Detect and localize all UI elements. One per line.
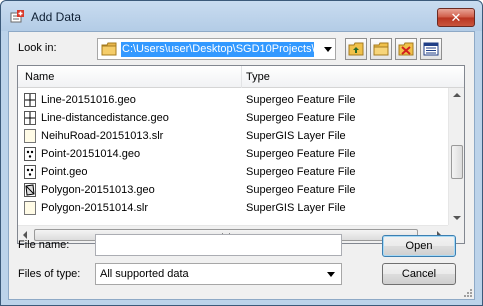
file-type: Supergeo Feature File <box>246 184 356 196</box>
vertical-scrollbar[interactable] <box>448 88 464 225</box>
file-name: Line-20151016.geo <box>41 94 136 106</box>
file-name-label: File name: <box>18 239 70 251</box>
delete-icon <box>398 42 414 56</box>
files-of-type-label: Files of type: <box>18 268 81 280</box>
list-item[interactable]: Polygon-20151013.geo Supergeo Feature Fi… <box>18 181 448 199</box>
cancel-button[interactable]: Cancel <box>382 263 456 285</box>
look-in-label: Look in: <box>18 42 57 54</box>
chevron-down-icon[interactable] <box>324 47 332 52</box>
file-list[interactable]: Name Type Line-20151016.geo Supergeo Fea… <box>17 65 465 244</box>
new-folder-button[interactable] <box>370 38 392 60</box>
view-details-icon <box>423 42 439 56</box>
file-type: SuperGIS Layer File <box>246 130 346 142</box>
up-folder-icon <box>348 42 364 56</box>
file-name: Point.geo <box>41 166 88 178</box>
polygon-feature-icon <box>24 183 36 197</box>
list-item[interactable]: Line-20151016.geo Supergeo Feature File <box>18 91 448 109</box>
look-in-dropdown[interactable]: C:\Users\user\Desktop\SGD10Projects\Ne <box>97 38 336 60</box>
chevron-down-icon[interactable] <box>327 272 335 277</box>
scroll-thumb[interactable] <box>451 145 463 179</box>
point-feature-icon <box>24 165 36 179</box>
file-name: Polygon-20151014.slr <box>41 202 149 214</box>
file-name: NeihuRoad-20151013.slr <box>41 130 164 142</box>
close-button[interactable]: ✕ <box>437 8 475 27</box>
file-name-field[interactable] <box>95 234 342 256</box>
document-icon <box>24 201 36 215</box>
column-header: Name Type <box>18 66 464 88</box>
point-feature-icon <box>24 147 36 161</box>
line-feature-icon <box>24 111 36 125</box>
line-feature-icon <box>24 93 36 107</box>
files-of-type-dropdown[interactable]: All supported data <box>95 263 342 285</box>
files-of-type-value: All supported data <box>100 268 189 280</box>
document-icon <box>24 129 36 143</box>
delete-button[interactable] <box>395 38 417 60</box>
add-data-icon <box>10 10 24 23</box>
scroll-down-icon[interactable] <box>453 216 461 220</box>
file-type: SuperGIS Layer File <box>246 202 346 214</box>
view-details-button[interactable] <box>420 38 442 60</box>
column-header-type[interactable]: Type <box>242 66 448 88</box>
title-bar[interactable]: Add Data ✕ <box>1 1 482 31</box>
open-button[interactable]: Open <box>382 235 456 257</box>
window-title: Add Data <box>31 10 82 24</box>
file-type: Supergeo Feature File <box>246 166 356 178</box>
look-in-path: C:\Users\user\Desktop\SGD10Projects\Ne <box>121 42 314 57</box>
file-name: Point-20151014.geo <box>41 148 141 160</box>
list-item[interactable]: Line-distancedistance.geo Supergeo Featu… <box>18 109 448 127</box>
column-header-name[interactable]: Name <box>18 66 242 88</box>
file-type: Supergeo Feature File <box>246 148 356 160</box>
close-icon: ✕ <box>450 10 462 25</box>
folder-icon <box>101 42 117 56</box>
scroll-left-icon[interactable] <box>23 231 27 239</box>
scroll-up-icon[interactable] <box>453 93 461 97</box>
dialog-body: Look in: C:\Users\user\Desktop\SGD10Proj… <box>8 31 475 300</box>
new-folder-icon <box>373 42 389 56</box>
list-item[interactable]: Point-20151014.geo Supergeo Feature File <box>18 145 448 163</box>
resize-grip-icon[interactable] <box>463 288 473 298</box>
add-data-dialog: Add Data ✕ Look in: C:\Users\user\Deskto… <box>0 0 483 306</box>
up-one-level-button[interactable] <box>345 38 367 60</box>
file-name: Polygon-20151013.geo <box>41 184 155 196</box>
file-name: Line-distancedistance.geo <box>41 112 169 124</box>
list-item[interactable]: Polygon-20151014.slr SuperGIS Layer File <box>18 199 448 217</box>
list-item[interactable]: NeihuRoad-20151013.slr SuperGIS Layer Fi… <box>18 127 448 145</box>
file-type: Supergeo Feature File <box>246 94 356 106</box>
file-type: Supergeo Feature File <box>246 112 356 124</box>
list-item[interactable]: Point.geo Supergeo Feature File <box>18 163 448 181</box>
